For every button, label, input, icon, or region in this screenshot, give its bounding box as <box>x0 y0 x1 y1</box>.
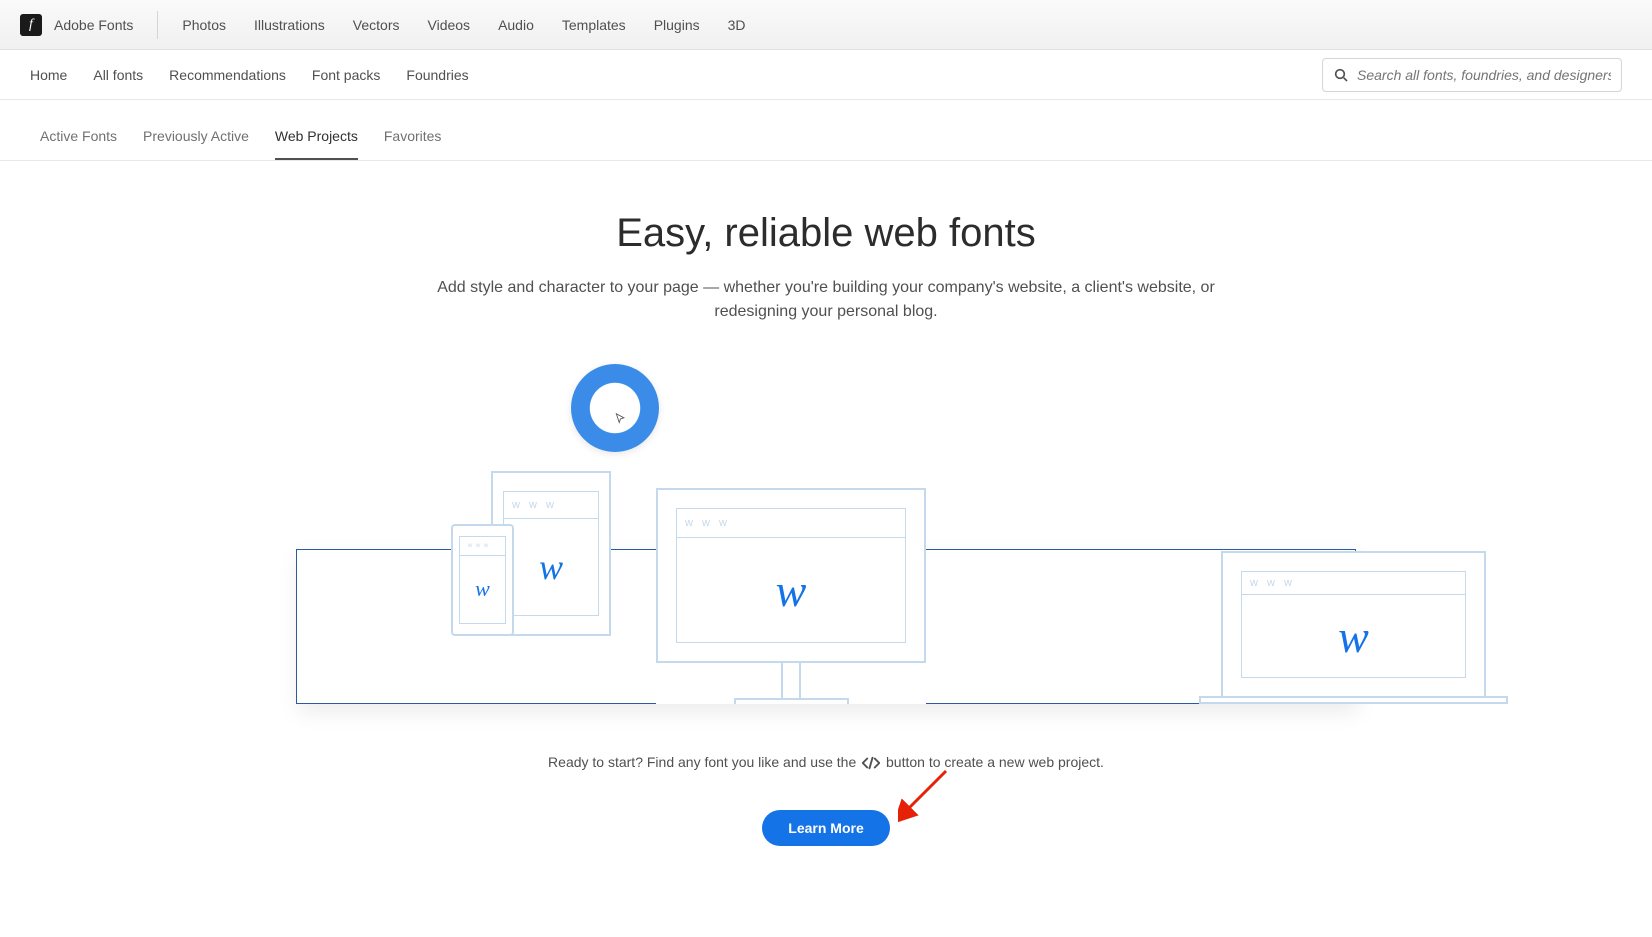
topnav-3d[interactable]: 3D <box>728 17 746 33</box>
fonts-logo-icon: f <box>29 17 33 33</box>
search-box[interactable] <box>1322 58 1622 92</box>
subnav-font-packs[interactable]: Font packs <box>312 67 380 83</box>
www-label: w w w <box>685 517 730 529</box>
monitor-device-icon: w w w w <box>656 488 926 704</box>
account-tabs: Active Fonts Previously Active Web Proje… <box>40 100 1612 160</box>
global-nav: f Adobe Fonts Photos Illustrations Vecto… <box>0 0 1652 50</box>
hero-subtitle: Add style and character to your page — w… <box>416 276 1236 324</box>
topnav-vectors[interactable]: Vectors <box>353 17 400 33</box>
subnav-home[interactable]: Home <box>30 67 67 83</box>
subnav-foundries[interactable]: Foundries <box>406 67 468 83</box>
account-tabs-wrap: Active Fonts Previously Active Web Proje… <box>0 100 1652 161</box>
code-brackets-icon <box>862 756 880 770</box>
www-label: w w w <box>512 499 557 511</box>
cursor-icon <box>614 412 628 426</box>
font-glyph-icon: w <box>539 546 563 588</box>
hero-title: Easy, reliable web fonts <box>40 211 1612 256</box>
hero-illustration: w w w w w w w w w w w w <box>296 364 1356 704</box>
topnav-photos[interactable]: Photos <box>182 17 226 33</box>
cta-text-suffix: button to create a new web project. <box>886 754 1104 770</box>
tab-previously-active[interactable]: Previously Active <box>143 128 249 160</box>
annotation-arrow-icon <box>898 769 953 824</box>
font-glyph-icon: w <box>776 564 807 617</box>
subnav-recommendations[interactable]: Recommendations <box>169 67 286 83</box>
cta-text-prefix: Ready to start? Find any font you like a… <box>548 754 860 770</box>
cta-instruction: Ready to start? Find any font you like a… <box>40 754 1612 770</box>
main-content: Easy, reliable web fonts Add style and c… <box>0 161 1652 906</box>
app-name[interactable]: Adobe Fonts <box>54 17 133 33</box>
nav-divider <box>157 11 158 39</box>
tab-active-fonts[interactable]: Active Fonts <box>40 128 117 160</box>
topnav-videos[interactable]: Videos <box>428 17 471 33</box>
tab-favorites[interactable]: Favorites <box>384 128 442 160</box>
topnav-templates[interactable]: Templates <box>562 17 626 33</box>
search-icon <box>1333 67 1349 83</box>
topnav-plugins[interactable]: Plugins <box>654 17 700 33</box>
adobe-fonts-logo[interactable]: f <box>20 14 42 36</box>
www-label: w w w <box>1250 577 1295 589</box>
topnav-audio[interactable]: Audio <box>498 17 534 33</box>
font-glyph-icon: w <box>1338 610 1369 663</box>
search-input[interactable] <box>1357 67 1611 83</box>
phone-device-icon: w w w w <box>451 524 514 636</box>
topnav-illustrations[interactable]: Illustrations <box>254 17 325 33</box>
learn-more-button[interactable]: Learn More <box>762 810 889 846</box>
laptop-device-icon: w w w w <box>1221 551 1486 704</box>
font-glyph-icon: w <box>475 576 490 602</box>
fonts-nav: Home All fonts Recommendations Font pack… <box>0 50 1652 100</box>
www-label: w w w <box>468 543 489 549</box>
tab-web-projects[interactable]: Web Projects <box>275 128 358 160</box>
loading-spinner-icon <box>571 364 659 452</box>
subnav-all-fonts[interactable]: All fonts <box>93 67 143 83</box>
